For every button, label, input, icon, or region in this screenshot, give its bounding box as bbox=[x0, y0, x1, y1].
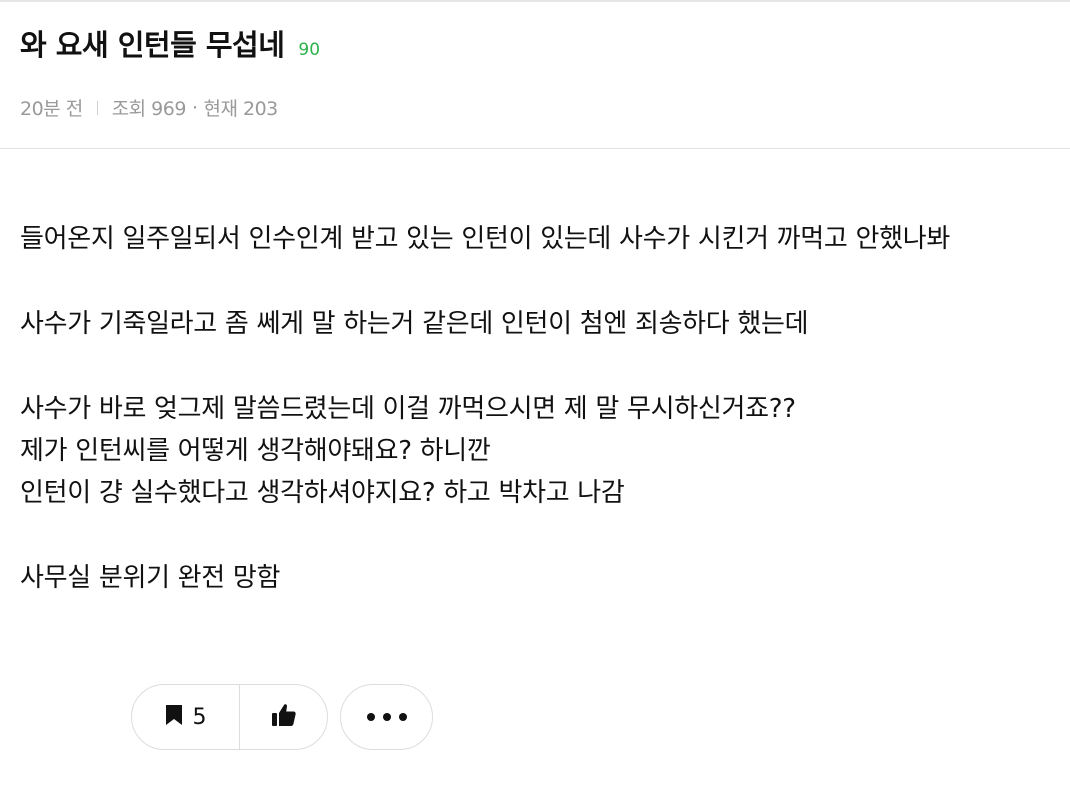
body-line: 인턴이 걍 실수했다고 생각하셔야지요? 하고 박차고 나감 bbox=[20, 478, 625, 508]
current-viewers: 현재 203 bbox=[203, 98, 279, 120]
post-meta: 20분 전 조회 969 · 현재 203 bbox=[20, 94, 278, 121]
view-count: 조회 969 bbox=[111, 98, 187, 120]
comment-count-badge[interactable]: 90 bbox=[298, 40, 320, 60]
meta-separator bbox=[96, 100, 98, 115]
body-line: 사무실 분위기 완전 망함 bbox=[20, 563, 281, 593]
body-line: 사수가 기죽일라고 좀 쎄게 말 하는거 같은데 인턴이 첨엔 죄송하다 했는데 bbox=[20, 309, 809, 339]
meta-dot: · bbox=[191, 96, 198, 119]
body-line: 들어온지 일주일되서 인수인계 받고 있는 인턴이 있는데 사수가 시킨거 까먹… bbox=[20, 224, 950, 254]
body-line: 사수가 바로 엊그제 말씀드렸는데 이걸 까먹으시면 제 말 무시하신거죠?? bbox=[20, 394, 796, 424]
more-options-button[interactable] bbox=[340, 684, 433, 750]
more-dots-icon bbox=[398, 713, 407, 721]
header-divider bbox=[0, 148, 1070, 149]
body-line: 제가 인턴씨를 어떻게 생각해야돼요? 하니깐 bbox=[20, 436, 491, 466]
thumbs-up-icon bbox=[271, 702, 297, 732]
bookmark-icon bbox=[165, 704, 183, 730]
post-title: 와 요새 인턴들 무섭네 bbox=[20, 28, 285, 62]
like-button[interactable] bbox=[240, 685, 327, 749]
post-action-group: 5 bbox=[131, 684, 328, 750]
post-time: 20분 전 bbox=[20, 98, 83, 120]
top-divider bbox=[0, 0, 1070, 2]
scrap-button[interactable]: 5 bbox=[132, 685, 240, 749]
more-dots-icon bbox=[382, 713, 391, 721]
more-dots-icon bbox=[366, 713, 375, 721]
scrap-count: 5 bbox=[192, 704, 207, 730]
post-header: 와 요새 인턴들 무섭네 90 bbox=[20, 22, 320, 64]
post-body: 들어온지 일주일되서 인수인계 받고 있는 인턴이 있는데 사수가 시킨거 까먹… bbox=[20, 218, 1065, 599]
